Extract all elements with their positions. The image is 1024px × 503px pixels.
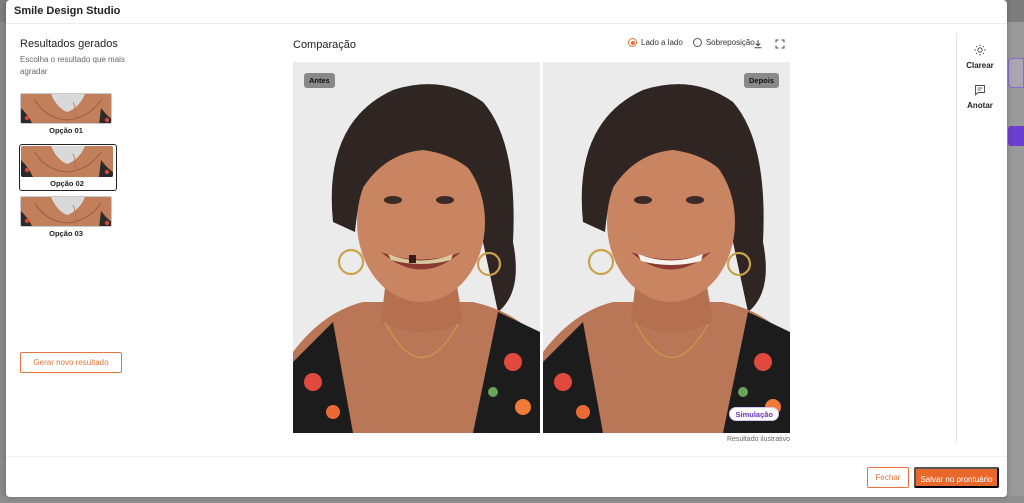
result-thumbnail (21, 146, 113, 177)
overlay-label[interactable]: Sobreposição (706, 38, 755, 47)
comparison-title: Comparação (293, 39, 356, 51)
whiten-tool[interactable]: Clarear (958, 43, 1002, 70)
background-app-side-button (1008, 126, 1024, 146)
modal-title: Smile Design Studio (14, 5, 121, 17)
smile-design-modal: Smile Design Studio Resultados gerados E… (6, 0, 1007, 497)
footer-divider (6, 456, 1007, 457)
result-option-03[interactable]: Opção 03 (20, 196, 118, 238)
whiten-tool-label: Clarear (966, 61, 994, 70)
result-option-label: Opção 02 (50, 179, 84, 188)
annotate-tool[interactable]: Anotar (958, 83, 1002, 110)
note-icon (958, 83, 1002, 97)
results-title: Resultados gerados (20, 38, 118, 50)
after-tag: Depois (743, 73, 779, 88)
view-mode-group: Lado a lado Sobreposição (628, 38, 761, 47)
illustrative-caption: Resultado ilustrativo (726, 436, 790, 443)
modal-header: Smile Design Studio (6, 0, 1007, 24)
result-thumbnail (20, 93, 112, 124)
result-option-label: Opção 01 (49, 126, 83, 135)
background-app-bottom (0, 496, 1024, 503)
simulation-badge: Simulação (729, 407, 779, 421)
side-by-side-label[interactable]: Lado a lado (641, 38, 683, 47)
results-subtitle: Escolha o resultado que mais agradar (20, 55, 125, 76)
save-to-record-button[interactable]: Salvar no prontuário (914, 467, 999, 488)
before-tag: Antes (304, 73, 335, 88)
fullscreen-icon[interactable] (774, 38, 786, 50)
result-option-02[interactable]: Opção 02 (19, 144, 117, 191)
annotate-tool-label: Anotar (967, 101, 993, 110)
side-by-side-radio[interactable] (628, 38, 637, 47)
download-icon[interactable] (752, 38, 764, 50)
result-option-01[interactable]: Opção 01 (20, 93, 118, 135)
after-photo: Depois Simulação (543, 62, 790, 433)
background-app-side-tab (1008, 58, 1024, 88)
close-button[interactable]: Fechar (867, 467, 909, 488)
sun-icon (958, 43, 1002, 57)
result-option-label: Opção 03 (49, 229, 83, 238)
overlay-radio[interactable] (692, 38, 702, 47)
tools-divider (956, 33, 957, 443)
result-thumbnail (20, 196, 112, 227)
before-photo: Antes (293, 62, 540, 433)
generate-new-result-button[interactable]: Gerar novo resultado (20, 352, 122, 373)
